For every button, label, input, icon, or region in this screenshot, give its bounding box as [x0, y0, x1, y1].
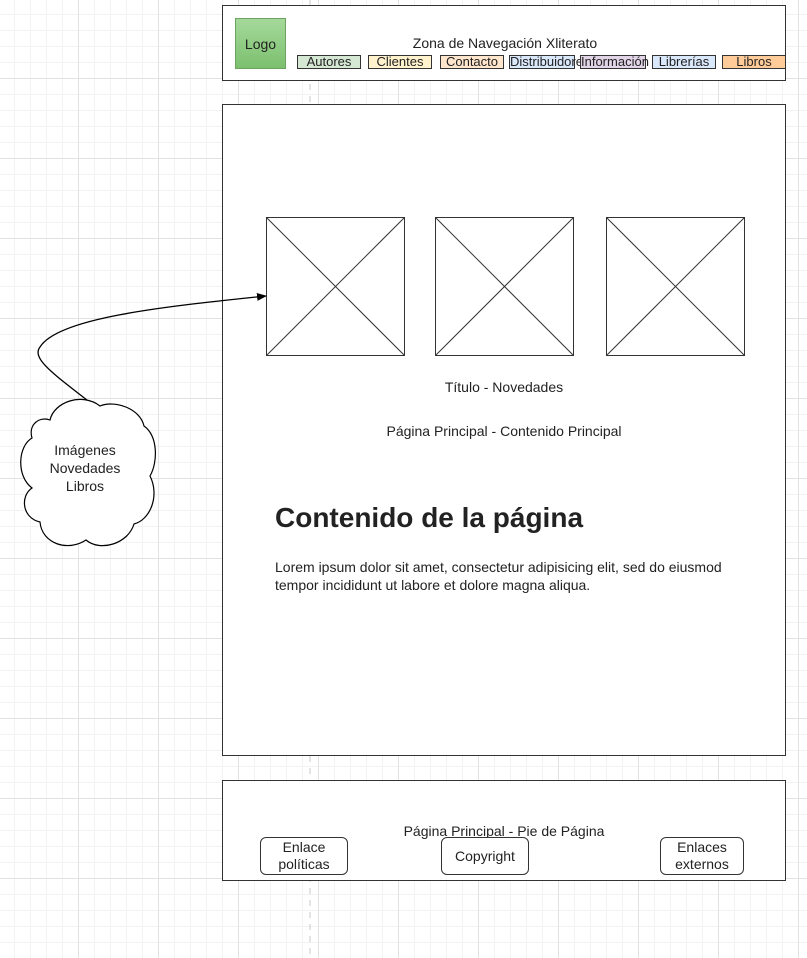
cloud-label: Imágenes Novedades Libros	[49, 442, 121, 494]
annotation-arrow	[37, 292, 267, 413]
